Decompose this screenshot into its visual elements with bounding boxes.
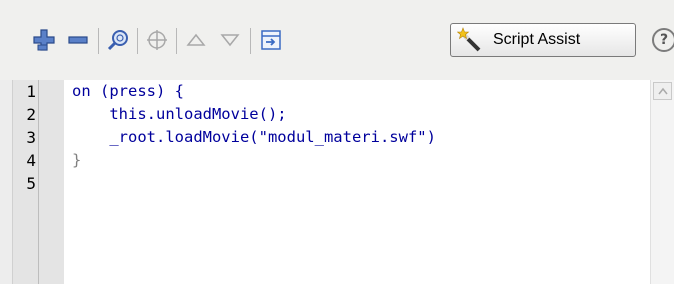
line-number: 4 bbox=[26, 151, 36, 170]
insert-target-icon[interactable] bbox=[257, 26, 285, 54]
script-assist-button[interactable]: Script Assist bbox=[450, 23, 636, 57]
code-line[interactable]: on (press) { bbox=[72, 80, 184, 103]
toolbar-separator bbox=[176, 28, 177, 54]
line-number: 3 bbox=[26, 128, 36, 147]
vertical-scrollbar[interactable] bbox=[650, 80, 674, 284]
code-line[interactable]: this.unloadMovie(); bbox=[72, 103, 286, 126]
line-number: 5 bbox=[26, 174, 36, 193]
actions-toolbar: Script Assist ? bbox=[0, 0, 674, 80]
toolbar-separator bbox=[250, 28, 251, 54]
target-path-icon[interactable] bbox=[143, 26, 171, 54]
code-text-area[interactable]: on (press) { this.unloadMovie(); _root.l… bbox=[64, 80, 648, 284]
code-line[interactable]: _root.loadMovie("modul_materi.swf") bbox=[72, 126, 436, 149]
line-number-gutter: 1 2 3 4 5 bbox=[0, 80, 64, 284]
add-statement-icon[interactable] bbox=[30, 26, 58, 54]
line-number: 1 bbox=[26, 82, 36, 101]
help-icon[interactable]: ? bbox=[652, 28, 674, 52]
chevron-up-icon bbox=[657, 87, 668, 95]
find-icon[interactable] bbox=[104, 26, 132, 54]
delete-statement-icon[interactable] bbox=[64, 26, 92, 54]
magic-wand-icon bbox=[457, 27, 481, 52]
script-editor[interactable]: 1 2 3 4 5 on (press) { this.unloadMovie(… bbox=[0, 80, 674, 284]
script-assist-label: Script Assist bbox=[493, 31, 581, 48]
move-down-icon[interactable] bbox=[216, 26, 244, 54]
move-up-icon[interactable] bbox=[182, 26, 210, 54]
code-line[interactable]: } bbox=[72, 149, 81, 172]
toolbar-separator bbox=[137, 28, 138, 54]
line-number: 2 bbox=[26, 105, 36, 124]
scroll-up-button[interactable] bbox=[653, 82, 672, 100]
toolbar-separator bbox=[98, 28, 99, 54]
